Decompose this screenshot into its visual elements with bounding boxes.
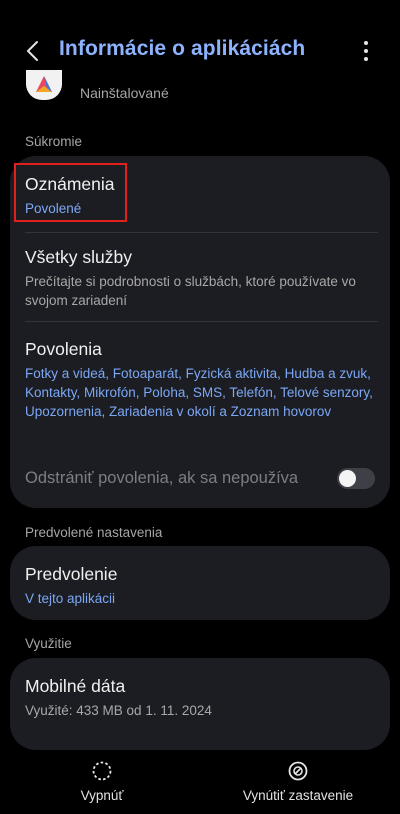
app-install-status: Nainštalované bbox=[80, 85, 169, 101]
permissions-item[interactable]: Povolenia Fotky a videá, Fotoaparát, Fyz… bbox=[25, 339, 375, 421]
defaults-card: Predvolenie V tejto aplikácii bbox=[10, 546, 390, 620]
mobile-data-item[interactable]: Mobilné dáta Využité: 433 MB od 1. 11. 2… bbox=[25, 676, 375, 720]
disable-button[interactable]: Vypnúť bbox=[52, 752, 152, 814]
remove-permissions-toggle[interactable] bbox=[337, 468, 375, 489]
back-button[interactable] bbox=[18, 36, 48, 66]
all-services-description: Prečítajte si podrobnosti o službách, kt… bbox=[25, 274, 356, 308]
bottom-action-bar: Vypnúť Vynútiť zastavenie bbox=[0, 752, 400, 814]
more-vertical-icon bbox=[364, 41, 368, 61]
force-stop-label: Vynútiť zastavenie bbox=[242, 788, 354, 803]
app-logo-icon bbox=[26, 70, 62, 100]
dashed-circle-icon bbox=[92, 761, 112, 781]
force-stop-button[interactable]: Vynútiť zastavenie bbox=[228, 752, 368, 814]
remove-permissions-item[interactable]: Odstrániť povolenia, ak sa nepoužíva bbox=[25, 469, 330, 488]
toggle-knob bbox=[339, 470, 356, 487]
page-title: Informácie o aplikáciách bbox=[59, 37, 306, 60]
notifications-highlight-box bbox=[14, 163, 127, 222]
defaults-title: Predvolenie bbox=[25, 564, 118, 584]
section-defaults-label: Predvolené nastavenia bbox=[25, 525, 163, 540]
permissions-title: Povolenia bbox=[25, 339, 102, 359]
mobile-data-usage: Využité: 433 MB od 1. 11. 2024 bbox=[25, 703, 212, 718]
back-arrow-icon bbox=[27, 41, 38, 61]
permissions-list: Fotky a videá, Fotoaparát, Fyzická aktiv… bbox=[25, 366, 373, 419]
disable-label: Vypnúť bbox=[80, 788, 124, 803]
all-services-item[interactable]: Všetky služby Prečítajte si podrobnosti … bbox=[25, 247, 375, 310]
stop-circle-icon bbox=[288, 761, 308, 781]
divider bbox=[25, 321, 378, 322]
mobile-data-title: Mobilné dáta bbox=[25, 676, 126, 696]
section-usage-label: Využitie bbox=[25, 636, 72, 651]
remove-permissions-label: Odstrániť povolenia, ak sa nepoužíva bbox=[25, 469, 299, 487]
divider bbox=[25, 232, 378, 233]
defaults-status: V tejto aplikácii bbox=[25, 591, 116, 606]
defaults-item[interactable]: Predvolenie V tejto aplikácii bbox=[25, 564, 375, 608]
section-privacy-label: Súkromie bbox=[25, 134, 83, 149]
all-services-title: Všetky služby bbox=[25, 247, 132, 267]
more-options-button[interactable] bbox=[352, 36, 380, 66]
usage-card: Mobilné dáta Využité: 433 MB od 1. 11. 2… bbox=[10, 658, 390, 750]
